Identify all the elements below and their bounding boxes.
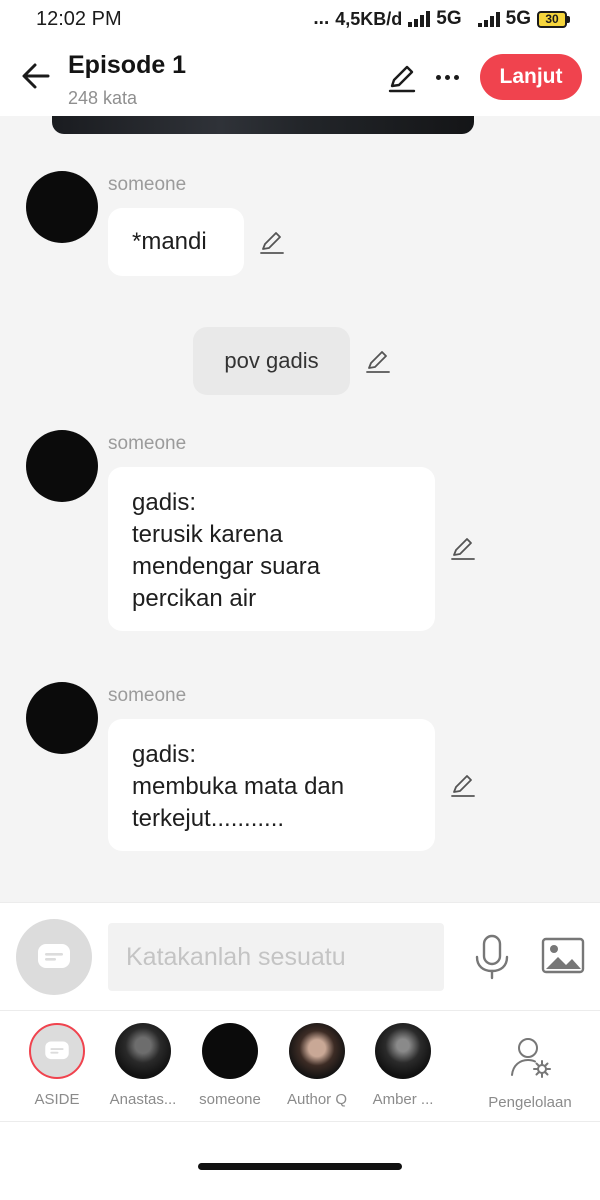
message-bubble[interactable]: gadis: terusik karena mendengar suara pe… (108, 467, 435, 631)
management-label: Pengelolaan (488, 1094, 572, 1111)
media-image (52, 116, 474, 134)
character-someone[interactable]: someone (187, 1023, 273, 1108)
character-avatar (115, 1023, 171, 1079)
avatar[interactable] (26, 682, 98, 754)
status-bar: 12:02 PM ... 4,5KB/d 5G 5G 30 (0, 0, 600, 38)
aside-avatar (29, 1023, 85, 1079)
status-time: 12:02 PM (36, 8, 122, 30)
system-nav-area (0, 1122, 600, 1200)
character-management-button[interactable]: Pengelolaan (480, 1035, 580, 1111)
edit-message-icon[interactable] (449, 534, 477, 562)
episode-title: Episode 1 (68, 51, 187, 79)
avatar[interactable] (26, 171, 98, 243)
signal-icon-2 (477, 11, 500, 27)
chat-bubble-icon (45, 1041, 69, 1060)
episode-header: Episode 1 248 kata Lanjut (0, 38, 600, 116)
back-arrow-icon[interactable] (18, 58, 54, 94)
character-selector: ASIDE Anastas... someone Author Q Amber … (0, 1010, 600, 1122)
network-speed: 4,5KB/d (335, 8, 403, 29)
sender-name: someone (108, 685, 187, 706)
composer-bar (0, 902, 600, 1010)
character-avatar (375, 1023, 431, 1079)
signal-icon (408, 11, 431, 27)
edit-message-icon[interactable] (258, 228, 286, 256)
narration-bubble[interactable]: pov gadis (193, 327, 350, 395)
home-indicator[interactable] (198, 1163, 402, 1170)
image-icon[interactable] (540, 935, 586, 977)
edit-message-icon[interactable] (449, 771, 477, 799)
character-author-q[interactable]: Author Q (274, 1023, 360, 1108)
next-button[interactable]: Lanjut (480, 54, 582, 100)
edit-message-icon[interactable] (364, 347, 392, 375)
sender-name: someone (108, 174, 187, 195)
character-anastas[interactable]: Anastas... (100, 1023, 186, 1108)
sender-name: someone (108, 433, 187, 454)
microphone-icon[interactable] (472, 933, 512, 981)
character-label: ASIDE (34, 1091, 80, 1108)
character-label: Author Q (286, 1091, 348, 1108)
status-dots: ... (313, 8, 330, 29)
aside-toggle-button[interactable] (16, 919, 92, 995)
character-label: Amber ... (372, 1091, 434, 1108)
message-bubble[interactable]: gadis: membuka mata dan terkejut........… (108, 719, 435, 851)
word-count: 248 kata (68, 88, 138, 108)
network-type-1: 5G (436, 8, 462, 29)
user-settings-icon (511, 1038, 551, 1078)
status-indicators: ... 4,5KB/d 5G 5G 30 (313, 8, 570, 30)
character-avatar (202, 1023, 258, 1079)
network-type-2: 5G (505, 8, 531, 29)
message-bubble[interactable]: *mandi (108, 208, 244, 276)
character-amber[interactable]: Amber ... (360, 1023, 446, 1108)
message-input[interactable] (108, 923, 444, 991)
battery-icon: 30 (537, 10, 570, 28)
battery-level: 30 (537, 10, 567, 28)
character-label: someone (199, 1091, 261, 1108)
character-label: Anastas... (109, 1091, 177, 1108)
character-aside[interactable]: ASIDE (14, 1023, 100, 1108)
character-avatar (289, 1023, 345, 1079)
chat-bubble-icon (38, 944, 70, 968)
chat-area: someone *mandi pov gadis someone gadis: … (0, 116, 600, 902)
avatar[interactable] (26, 430, 98, 502)
edit-pencil-icon[interactable] (386, 62, 418, 94)
more-options-icon[interactable] (432, 62, 462, 92)
